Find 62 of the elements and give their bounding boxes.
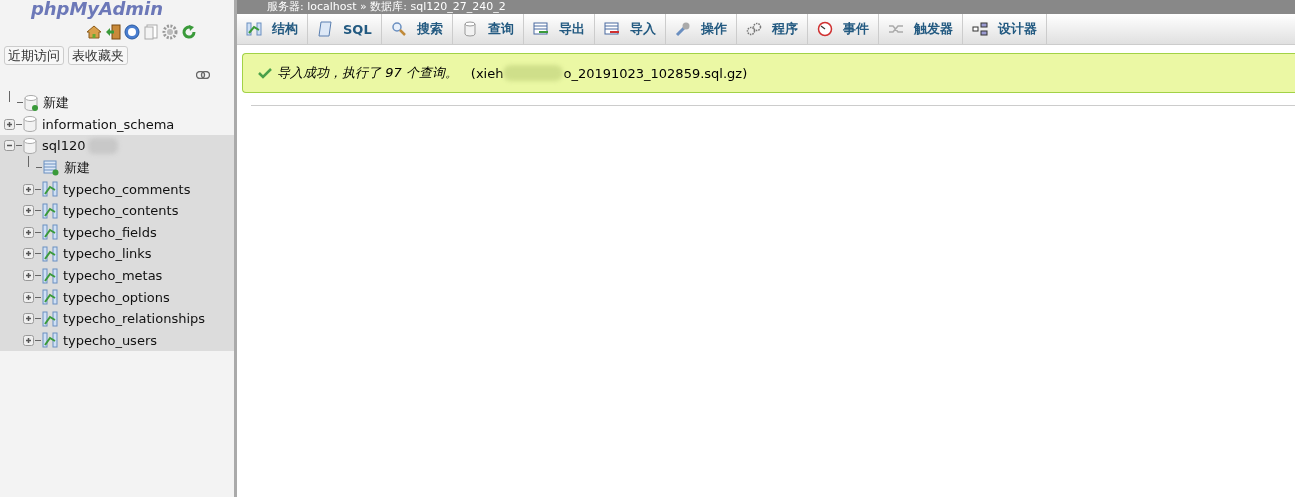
export-icon	[532, 21, 549, 37]
table-icon	[42, 310, 58, 327]
structure-icon	[246, 21, 262, 37]
file-name: (xieh	[470, 65, 504, 81]
expand-toggle[interactable]	[23, 334, 34, 346]
tab[interactable]: SQL	[308, 14, 382, 44]
link-icon[interactable]	[196, 71, 210, 79]
settings-icon[interactable]	[161, 24, 178, 40]
tab[interactable]: 程序	[736, 14, 808, 44]
tree-item[interactable]: information_schema	[42, 116, 175, 132]
table-icon	[42, 181, 58, 198]
logo[interactable]: phpMyAdmin	[30, 0, 164, 18]
new-table-icon	[43, 159, 59, 176]
tree-item[interactable]: sql120	[42, 138, 86, 154]
tab[interactable]: 设计器	[962, 14, 1047, 44]
expand-toggle[interactable]	[23, 226, 34, 238]
expand-toggle[interactable]	[23, 183, 34, 195]
expand-toggle[interactable]	[23, 291, 34, 303]
tree-item[interactable]: 新建	[64, 158, 90, 177]
message-text: 导入成功，执行了 97 个查询。	[277, 64, 458, 82]
nav-button[interactable]: 表收藏夹	[68, 46, 128, 65]
designer-icon	[971, 21, 988, 37]
tab[interactable]: 搜索	[381, 14, 453, 44]
home-icon[interactable]	[85, 24, 102, 40]
nav-button[interactable]: 近期访问	[4, 46, 64, 65]
expand-toggle[interactable]	[23, 205, 34, 217]
table-icon	[42, 245, 58, 262]
table-icon	[42, 202, 58, 219]
exit-door-icon[interactable]	[104, 24, 121, 40]
gears-icon	[745, 21, 762, 37]
check-icon	[258, 67, 272, 79]
import-icon	[603, 21, 620, 37]
wrench-icon	[674, 21, 691, 37]
table-icon	[42, 289, 58, 306]
table-icon	[42, 267, 58, 284]
expand-toggle[interactable]	[23, 270, 34, 282]
expand-toggle[interactable]	[23, 313, 34, 325]
expand-toggle[interactable]	[4, 140, 15, 152]
help-icon[interactable]	[123, 24, 140, 40]
tab[interactable]: 查询	[452, 14, 524, 44]
table-icon	[42, 224, 58, 241]
tab[interactable]: 结构	[237, 14, 308, 44]
tab[interactable]: 操作	[665, 14, 737, 44]
new-database-icon	[24, 94, 38, 111]
reload-icon[interactable]	[180, 24, 197, 40]
expand-toggle[interactable]	[23, 248, 34, 260]
tab[interactable]: 导出	[523, 14, 595, 44]
query-icon	[461, 21, 478, 37]
tab[interactable]: 触发器	[878, 14, 963, 44]
database-icon	[23, 116, 37, 133]
breadcrumb: 服务器: localhost » 数据库: sql120_27_240_2	[267, 0, 506, 14]
file-name: o_20191023_102859.sql.gz)	[563, 65, 748, 81]
tab[interactable]: 事件	[807, 14, 879, 44]
clock-icon	[816, 21, 833, 37]
expand-toggle[interactable]	[4, 118, 15, 130]
tab[interactable]: 导入	[594, 14, 666, 44]
search-icon	[390, 21, 407, 37]
blurred-text	[503, 65, 564, 81]
table-icon	[42, 332, 58, 349]
database-icon	[23, 138, 37, 154]
sql-icon	[317, 21, 333, 37]
tree-item[interactable]: 新建	[43, 93, 69, 112]
